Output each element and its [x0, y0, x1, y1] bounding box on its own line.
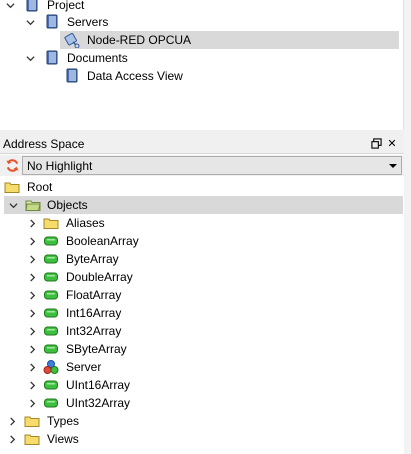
- refresh-icon[interactable]: [3, 157, 21, 174]
- address-space-tree: Root Objects Aliases BooleanArray ByteAr…: [0, 177, 404, 454]
- book-icon: [44, 14, 60, 30]
- chevron-right-icon[interactable]: [26, 250, 38, 268]
- tree-item-label: Server: [66, 360, 102, 374]
- tree-item-floatarray[interactable]: FloatArray: [26, 286, 396, 304]
- tree-item-label: Documents: [67, 51, 128, 65]
- variable-icon: [43, 341, 59, 357]
- chevron-right-icon[interactable]: [26, 304, 38, 322]
- project-tree-panel: Project Servers Node-RED OPCUA Documents…: [0, 0, 404, 130]
- chevron-down-icon[interactable]: [4, 0, 16, 14]
- tree-item-label: Project: [47, 0, 85, 12]
- server-object-icon: [43, 359, 59, 375]
- tree-item-label: Int16Array: [66, 306, 122, 320]
- variable-icon: [43, 233, 59, 249]
- folder-icon: [24, 413, 40, 429]
- highlight-select-value: No Highlight: [27, 159, 93, 173]
- variable-icon: [43, 287, 59, 303]
- tree-item-objects[interactable]: Objects: [4, 196, 403, 214]
- chevron-right-icon[interactable]: [26, 286, 38, 304]
- address-space-toolbar: No Highlight: [0, 155, 404, 176]
- tree-item-views[interactable]: Views: [6, 430, 396, 448]
- chevron-right-icon[interactable]: [26, 322, 38, 340]
- tree-item-label: SByteArray: [66, 342, 127, 356]
- chevron-right-icon[interactable]: [6, 412, 18, 430]
- tree-item-label: FloatArray: [66, 288, 122, 302]
- folder-open-icon: [25, 197, 41, 213]
- chevron-right-icon[interactable]: [26, 268, 38, 286]
- variable-icon: [43, 323, 59, 339]
- tree-item-project[interactable]: Project: [4, 0, 384, 14]
- chevron-right-icon[interactable]: [26, 340, 38, 358]
- variable-icon: [43, 377, 59, 393]
- tree-item-doublearray[interactable]: DoubleArray: [26, 268, 396, 286]
- tree-item-label: DoubleArray: [66, 270, 133, 284]
- chevron-down-icon[interactable]: [24, 49, 36, 67]
- tree-item-label: Data Access View: [87, 69, 183, 83]
- tree-item-sbytearray[interactable]: SByteArray: [26, 340, 396, 358]
- tree-item-label: Node-RED OPCUA: [87, 33, 192, 47]
- chevron-right-icon[interactable]: [26, 394, 38, 412]
- tree-item-label: Int32Array: [66, 324, 122, 338]
- tree-item-bytearray[interactable]: ByteArray: [26, 250, 396, 268]
- tree-item-label: Objects: [47, 198, 88, 212]
- variable-icon: [43, 251, 59, 267]
- tree-item-servers[interactable]: Servers: [24, 13, 384, 31]
- tree-item-int32array[interactable]: Int32Array: [26, 322, 396, 340]
- tree-item-label: UInt32Array: [66, 396, 131, 410]
- chevron-right-icon[interactable]: [6, 430, 18, 448]
- tree-item-label: UInt16Array: [66, 378, 131, 392]
- tree-item-server[interactable]: Server: [26, 358, 396, 376]
- chevron-right-icon[interactable]: [26, 232, 38, 250]
- book-icon: [44, 50, 60, 66]
- folder-icon: [24, 431, 40, 447]
- tree-item-label: Types: [47, 414, 80, 428]
- tree-item-uint32array[interactable]: UInt32Array: [26, 394, 396, 412]
- tree-item-node-red-opcua[interactable]: Node-RED OPCUA: [60, 31, 399, 49]
- float-window-icon[interactable]: [370, 137, 382, 149]
- folder-icon: [4, 179, 20, 195]
- tree-item-label: Servers: [67, 15, 109, 29]
- tree-item-booleanarray[interactable]: BooleanArray: [26, 232, 396, 250]
- tree-item-label: Views: [47, 432, 79, 446]
- window-edge-scrollbar[interactable]: [404, 0, 411, 454]
- tree-item-uint16array[interactable]: UInt16Array: [26, 376, 396, 394]
- chevron-right-icon[interactable]: [26, 376, 38, 394]
- tree-item-types[interactable]: Types: [6, 412, 396, 430]
- chevron-down-icon: [389, 164, 397, 168]
- address-space-header: Address Space ✕: [0, 134, 404, 154]
- book-icon: [24, 0, 40, 13]
- tree-item-int16array[interactable]: Int16Array: [26, 304, 396, 322]
- chevron-right-icon[interactable]: [26, 214, 38, 232]
- chevron-down-icon[interactable]: [24, 13, 36, 31]
- highlight-select[interactable]: No Highlight: [22, 156, 402, 175]
- tree-item-label: Root: [27, 180, 53, 194]
- variable-icon: [43, 305, 59, 321]
- tree-item-root[interactable]: Root: [4, 178, 394, 196]
- variable-icon: [43, 395, 59, 411]
- chevron-down-icon[interactable]: [7, 196, 19, 214]
- tree-item-label: Aliases: [66, 216, 105, 230]
- tree-item-label: ByteArray: [66, 252, 119, 266]
- tree-item-data-access-view[interactable]: Data Access View: [64, 67, 384, 85]
- chevron-right-icon[interactable]: [26, 358, 38, 376]
- close-button[interactable]: ✕: [386, 137, 398, 150]
- book-icon: [64, 68, 80, 84]
- panel-title: Address Space: [3, 137, 85, 151]
- server-connection-icon: [64, 32, 80, 49]
- variable-icon: [43, 269, 59, 285]
- tree-item-aliases[interactable]: Aliases: [26, 214, 396, 232]
- tree-item-label: BooleanArray: [66, 234, 139, 248]
- tree-item-documents[interactable]: Documents: [24, 49, 384, 67]
- folder-icon: [43, 215, 59, 231]
